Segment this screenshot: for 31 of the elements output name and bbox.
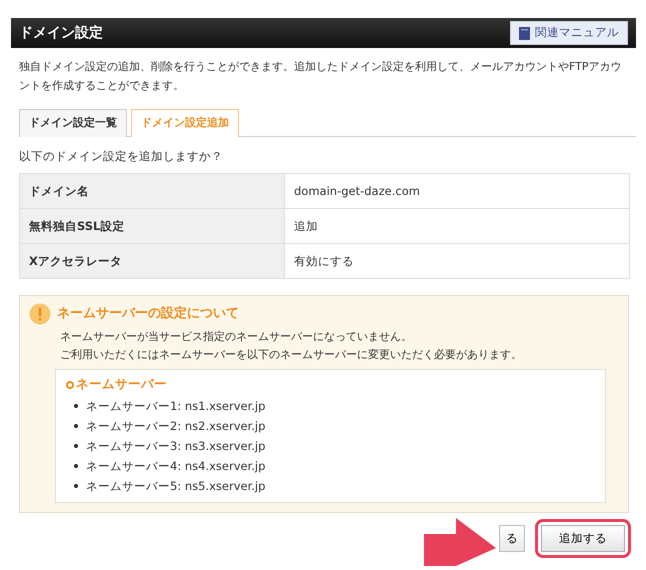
nameserver-item: ネームサーバー2: ns2.xserver.jp bbox=[86, 418, 266, 436]
row-label: 無料独自SSL設定 bbox=[20, 208, 284, 244]
nameserver-item: ネームサーバー4: ns4.xserver.jp bbox=[86, 458, 266, 476]
circle-icon bbox=[66, 380, 74, 389]
manual-button[interactable]: 関連マニュアル bbox=[510, 21, 628, 45]
notice-text: ネームサーバーが当サービス指定のネームサーバーになっていません。 bbox=[60, 329, 413, 346]
bullet-icon bbox=[74, 424, 78, 428]
bullet-icon bbox=[74, 464, 78, 468]
pointer-arrow bbox=[424, 518, 496, 566]
back-button[interactable]: る bbox=[499, 525, 525, 552]
tab[interactable]: ドメイン設定一覧 bbox=[19, 109, 127, 137]
row-value: 追加 bbox=[284, 208, 630, 244]
bullet-icon bbox=[74, 484, 78, 488]
notice-title: ネームサーバーの設定について bbox=[57, 304, 239, 324]
book-icon bbox=[519, 26, 530, 40]
bullet-icon bbox=[74, 444, 78, 448]
warning-icon bbox=[29, 303, 51, 326]
nameserver-item: ネームサーバー5: ns5.xserver.jp bbox=[86, 478, 266, 496]
bullet-icon bbox=[74, 404, 78, 408]
row-value: 有効にする bbox=[284, 244, 630, 279]
description-text: 独自ドメイン設定の追加、削除を行うことができます。追加したドメイン設定を利用して、メールアカウントやFTPアカウントを作成することができます。 bbox=[19, 59, 622, 94]
nameserver-item: ネームサーバー1: ns1.xserver.jp bbox=[86, 398, 266, 416]
row-label: ドメイン名 bbox=[20, 174, 284, 209]
nameserver-item: ネームサーバー3: ns3.xserver.jp bbox=[86, 438, 266, 456]
nameserver-title: ネームサーバー bbox=[76, 375, 167, 394]
row-label: Xアクセラレータ bbox=[20, 244, 284, 279]
add-button[interactable]: 追加する bbox=[541, 525, 625, 552]
page-title: ドメイン設定 bbox=[19, 24, 103, 42]
notice-text: ご利用いただくにはネームサーバーを以下のネームサーバーに変更いただく必要があります。 bbox=[60, 346, 523, 363]
row-value: domain-get-daze.com bbox=[284, 174, 630, 209]
question-text: 以下のドメイン設定を追加しますか？ bbox=[19, 148, 224, 165]
